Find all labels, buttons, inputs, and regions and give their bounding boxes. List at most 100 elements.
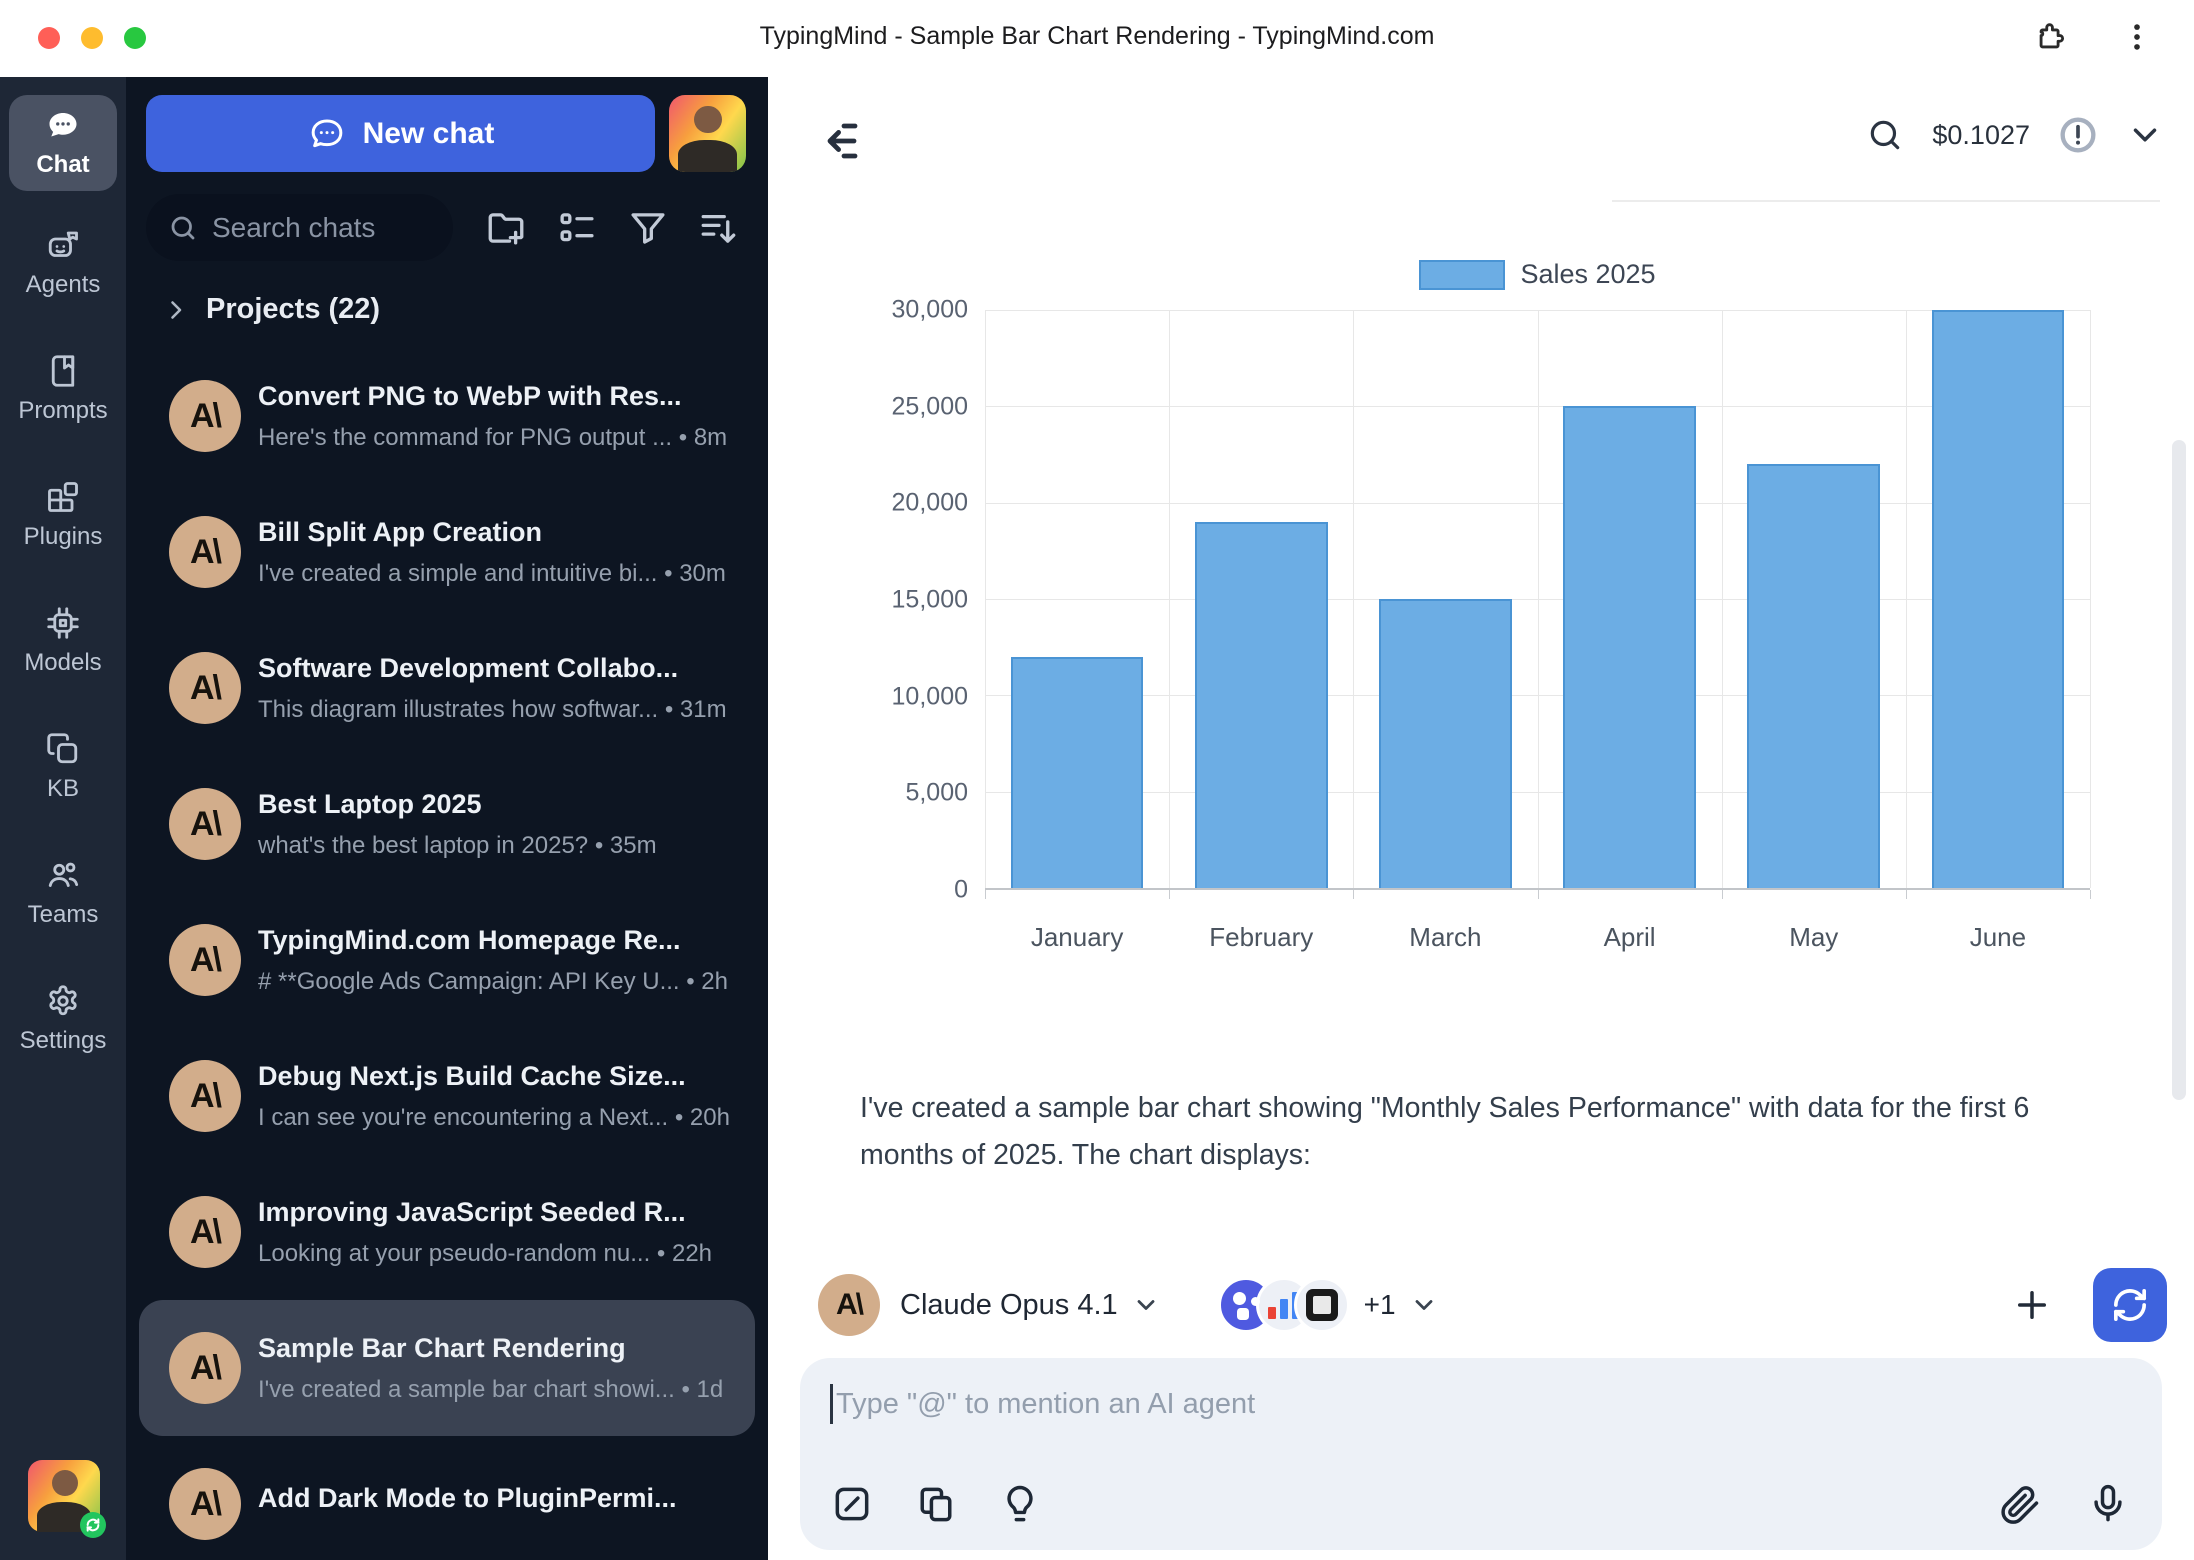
sidebar-item-label: Prompts [18,397,107,425]
list-item[interactable]: A\Convert PNG to WebP with Res...Here's … [139,348,755,484]
user-avatar[interactable] [28,1460,100,1532]
list-item[interactable]: A\ Best Laptop 2025 what's the best laptop… [139,756,755,892]
new-chat-label: New chat [363,117,495,151]
chat-preview: what's the best laptop in 2025? • 35m [258,832,737,860]
sidebar-item-label: Teams [28,901,99,929]
gridline-v [985,310,986,888]
list-item[interactable]: A\ Improving JavaScript Seeded R... Lookin… [139,1164,755,1300]
sidebar-item-models[interactable]: Models [9,593,117,689]
sort-icon[interactable] [698,207,740,249]
sidebar-item-chat[interactable]: Chat [9,95,117,191]
sidebar-item-kb[interactable]: KB [9,719,117,815]
gridline-v [1353,310,1354,888]
anthropic-avatar: A\ [169,788,241,860]
plugins-chevron-icon[interactable] [1410,1291,1438,1319]
chat-preview: Looking at your pseudo-random nu... • 22… [258,1240,737,1268]
input-placeholder: Type "@" to mention an AI agent [836,1388,1255,1421]
chat-preview: This diagram illustrates how softwar... … [258,696,737,724]
legend-label: Sales 2025 [1520,259,1655,290]
list-item[interactable]: A\Sample Bar Chart RenderingI've created… [139,1300,755,1436]
sales-chart: Sales 2025 05,00010,00015,00020,00025,00… [768,77,2194,977]
x-tick-label: April [1604,922,1656,953]
x-tick-label: January [1031,922,1124,953]
assistant-message: I've created a sample bar chart showing … [860,1085,2130,1179]
text-caret [830,1384,833,1424]
bar-february [1195,522,1328,888]
sidebar-item-settings[interactable]: Settings [9,971,117,1067]
sidebar-item-agents[interactable]: Agents [9,215,117,311]
models-icon [45,605,81,641]
x-axis-tick [1906,890,1907,899]
list-item[interactable]: A\Bill Split App CreationI've created a … [139,484,755,620]
x-axis-tick [1722,890,1723,899]
paperclip-icon[interactable] [1998,1482,2042,1526]
y-tick-label: 25,000 [892,392,968,421]
new-chat-button[interactable]: New chat [146,95,655,172]
x-axis-tick [1538,890,1539,899]
new-folder-icon[interactable] [485,207,527,249]
plugins-selector[interactable] [1218,1277,1350,1333]
chat-title: Best Laptop 2025 [258,789,737,820]
kb-icon [45,731,81,767]
add-attachment-icon[interactable] [2011,1284,2053,1326]
lightbulb-icon[interactable] [998,1482,1042,1526]
teams-icon [45,857,81,893]
main-content: $0.1027 Sales 2025 05,00010,00015,00020,… [768,77,2194,1560]
sidebar-item-teams[interactable]: Teams [9,845,117,941]
y-tick-label: 20,000 [892,489,968,518]
sync-badge-icon [80,1512,106,1538]
regenerate-button[interactable] [2093,1268,2167,1342]
profile-avatar[interactable] [669,95,746,172]
x-tick-label: February [1209,922,1313,953]
search-icon [168,213,198,243]
list-item[interactable]: A\TypingMind.com Homepage Re...# **Googl… [139,892,755,1028]
anthropic-avatar: A\ [169,652,241,724]
x-axis-tick [1169,890,1170,899]
microphone-icon[interactable] [2086,1482,2130,1526]
prompts-icon [45,353,81,389]
projects-toggle[interactable]: Projects (22) [126,293,768,326]
message-input[interactable]: Type "@" to mention an AI agent [800,1358,2162,1550]
sidebar-item-label: Models [24,649,101,677]
anthropic-avatar: A\ [169,1060,241,1132]
anthropic-avatar: A\ [169,1196,241,1268]
y-tick-label: 30,000 [892,296,968,325]
anthropic-avatar: A\ [169,1332,241,1404]
chat-bubble-icon [307,114,347,154]
filter-icon[interactable] [627,207,669,249]
copy-pages-icon[interactable] [914,1482,958,1526]
list-item[interactable]: A\ Software Development Collabo... This di… [139,620,755,756]
plugins-icon [45,479,81,515]
plugins-more-count[interactable]: +1 [1364,1289,1396,1321]
x-axis-tick [2090,890,2091,899]
chat-title: Add Dark Mode to PluginPermi... [258,1483,737,1514]
extensions-icon[interactable] [2034,20,2068,54]
window-title: TypingMind - Sample Bar Chart Rendering … [0,22,2194,51]
agents-icon [45,227,81,263]
sidebar-item-label: Plugins [24,523,103,551]
x-axis-tick [985,890,986,899]
projects-label: Projects (22) [206,293,380,326]
search-chats-input[interactable]: Search chats [146,194,453,261]
more-menu-icon[interactable] [2120,20,2154,54]
model-selector[interactable]: Claude Opus 4.1 [900,1289,1118,1322]
bulk-select-icon[interactable] [556,207,598,249]
chart-y-axis: 05,00010,00015,00020,00025,00030,000 [788,310,968,890]
chart-plot [985,310,2090,890]
gridline-v [2090,310,2091,888]
chart-legend[interactable]: Sales 2025 [985,259,2090,290]
chat-title: Improving JavaScript Seeded R... [258,1197,737,1228]
scrollbar-thumb[interactable] [2172,440,2186,1100]
nav-rail: Chat Agents Prompts Plugins Models KB Teams Set… [0,77,126,1560]
edit-canvas-icon[interactable] [830,1482,874,1526]
chat-title: Software Development Collabo... [258,653,737,684]
chart-x-axis: JanuaryFebruaryMarchAprilMayJune [985,922,2090,962]
model-chevron-icon[interactable] [1132,1291,1160,1319]
sidebar-item-label: Agents [26,271,101,299]
list-item[interactable]: A\ Add Dark Mode to PluginPermi... [139,1436,755,1560]
sidebar-item-prompts[interactable]: Prompts [9,341,117,437]
anthropic-avatar: A\ [169,1468,241,1540]
sidebar-item-plugins[interactable]: Plugins [9,467,117,563]
list-item[interactable]: A\Debug Next.js Build Cache Size...I can… [139,1028,755,1164]
model-avatar[interactable]: A\ [818,1274,880,1336]
